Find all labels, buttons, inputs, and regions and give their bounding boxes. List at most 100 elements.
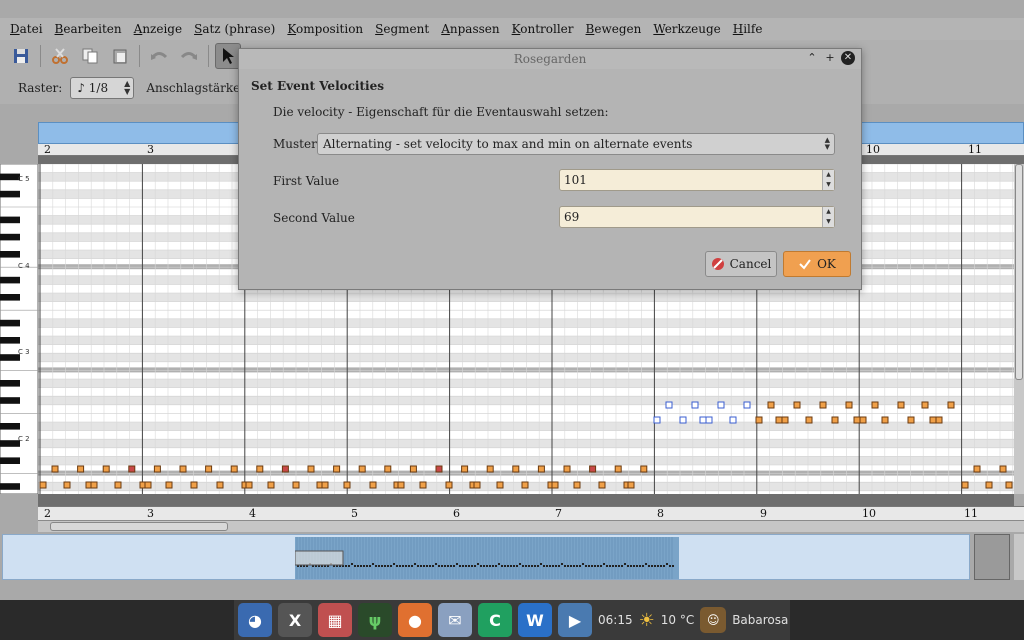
note-event[interactable] <box>1005 481 1013 489</box>
note-event[interactable] <box>598 481 606 489</box>
note-event[interactable] <box>793 401 801 409</box>
black-key[interactable] <box>0 483 20 490</box>
black-key[interactable] <box>0 354 20 361</box>
note-event[interactable] <box>292 481 300 489</box>
note-event[interactable] <box>921 401 929 409</box>
note-event[interactable] <box>256 465 264 473</box>
note-event[interactable] <box>473 481 481 489</box>
vertical-scrollbar[interactable] <box>1014 164 1024 494</box>
dialog-titlebar[interactable]: Rosegarden ⌃ + ✕ <box>239 49 861 69</box>
note-event[interactable] <box>343 481 351 489</box>
note-event[interactable] <box>699 416 707 424</box>
note-event[interactable] <box>845 401 853 409</box>
menu-kontroller[interactable]: Kontroller <box>506 22 580 36</box>
note-event[interactable] <box>397 481 405 489</box>
note-event[interactable] <box>114 481 122 489</box>
note-event[interactable] <box>321 481 329 489</box>
black-key[interactable] <box>0 397 20 404</box>
note-event[interactable] <box>614 465 622 473</box>
black-key[interactable] <box>0 319 20 327</box>
black-key[interactable] <box>0 276 20 284</box>
menu-segment[interactable]: Segment <box>369 22 435 36</box>
writer-icon[interactable]: W <box>518 603 552 637</box>
black-key[interactable] <box>0 440 20 447</box>
overview-thumbnail[interactable] <box>974 534 1010 580</box>
note-event[interactable] <box>77 465 85 473</box>
terminal-icon[interactable]: X <box>278 603 312 637</box>
note-event[interactable] <box>627 481 635 489</box>
black-key[interactable] <box>0 294 20 301</box>
note-event[interactable] <box>563 465 571 473</box>
ok-button[interactable]: OK <box>783 251 851 277</box>
note-event[interactable] <box>947 401 955 409</box>
overview-segment[interactable] <box>294 537 679 579</box>
cancel-button[interactable]: Cancel <box>705 251 777 277</box>
note-event[interactable] <box>512 465 520 473</box>
second-value-spinbox[interactable]: 69 ▲ ▼ <box>559 206 835 228</box>
note-event[interactable] <box>102 465 110 473</box>
note-event[interactable] <box>51 465 59 473</box>
note-event[interactable] <box>216 481 224 489</box>
note-event[interactable] <box>281 465 289 473</box>
note-event[interactable] <box>831 416 839 424</box>
note-event[interactable] <box>445 481 453 489</box>
black-key[interactable] <box>0 337 20 344</box>
app-red-icon[interactable]: ▦ <box>318 603 352 637</box>
black-key[interactable] <box>0 216 20 224</box>
note-event[interactable] <box>961 481 969 489</box>
note-event[interactable] <box>39 481 47 489</box>
note-event[interactable] <box>369 481 377 489</box>
note-event[interactable] <box>871 401 879 409</box>
note-event[interactable] <box>435 465 443 473</box>
save-button[interactable] <box>8 43 34 69</box>
note-event[interactable] <box>333 465 341 473</box>
black-key[interactable] <box>0 423 20 430</box>
note-event[interactable] <box>358 465 366 473</box>
note-event[interactable] <box>755 416 763 424</box>
mail-icon[interactable]: ✉ <box>438 603 472 637</box>
note-event[interactable] <box>419 481 427 489</box>
note-event[interactable] <box>853 416 861 424</box>
note-event[interactable] <box>705 416 713 424</box>
note-event[interactable] <box>717 401 725 409</box>
note-event[interactable] <box>999 465 1007 473</box>
ruler-bottom[interactable]: 2 3 4 5 6 7 8 9 10 11 <box>38 506 1024 520</box>
close-icon[interactable]: ✕ <box>841 51 855 65</box>
note-event[interactable] <box>190 481 198 489</box>
menu-satz-phrase[interactable]: Satz (phrase) <box>188 22 281 36</box>
note-event[interactable] <box>179 465 187 473</box>
note-event[interactable] <box>144 481 152 489</box>
note-event[interactable] <box>767 401 775 409</box>
menu-bearbeiten[interactable]: Bearbeiten <box>49 22 128 36</box>
note-event[interactable] <box>165 481 173 489</box>
paste-button[interactable] <box>107 43 133 69</box>
menu-komposition[interactable]: Komposition <box>281 22 369 36</box>
note-event[interactable] <box>128 465 136 473</box>
cut-button[interactable] <box>47 43 73 69</box>
note-event[interactable] <box>573 481 581 489</box>
note-event[interactable] <box>153 465 161 473</box>
user-icon[interactable]: ☺ <box>700 607 727 633</box>
menu-bewegen[interactable]: Bewegen <box>580 22 648 36</box>
overview-area[interactable] <box>2 534 970 580</box>
maximize-icon[interactable]: + <box>823 51 837 65</box>
note-event[interactable] <box>775 416 783 424</box>
note-event[interactable] <box>985 481 993 489</box>
video-icon[interactable]: ▶ <box>558 603 592 637</box>
note-event[interactable] <box>521 481 529 489</box>
raster-select[interactable]: ♪ 1/8 ▲ ▼ <box>70 77 135 99</box>
note-event[interactable] <box>929 416 937 424</box>
note-event[interactable] <box>205 465 213 473</box>
note-event[interactable] <box>496 481 504 489</box>
note-event[interactable] <box>307 465 315 473</box>
note-event[interactable] <box>805 416 813 424</box>
note-event[interactable] <box>691 401 699 409</box>
note-event[interactable] <box>679 416 687 424</box>
muster-select[interactable]: Alternating - set velocity to max and mi… <box>317 133 835 155</box>
menu-hilfe[interactable]: Hilfe <box>727 22 769 36</box>
note-event[interactable] <box>881 416 889 424</box>
undo-button[interactable] <box>146 43 172 69</box>
note-event[interactable] <box>537 465 545 473</box>
note-event[interactable] <box>935 416 943 424</box>
note-event[interactable] <box>486 465 494 473</box>
